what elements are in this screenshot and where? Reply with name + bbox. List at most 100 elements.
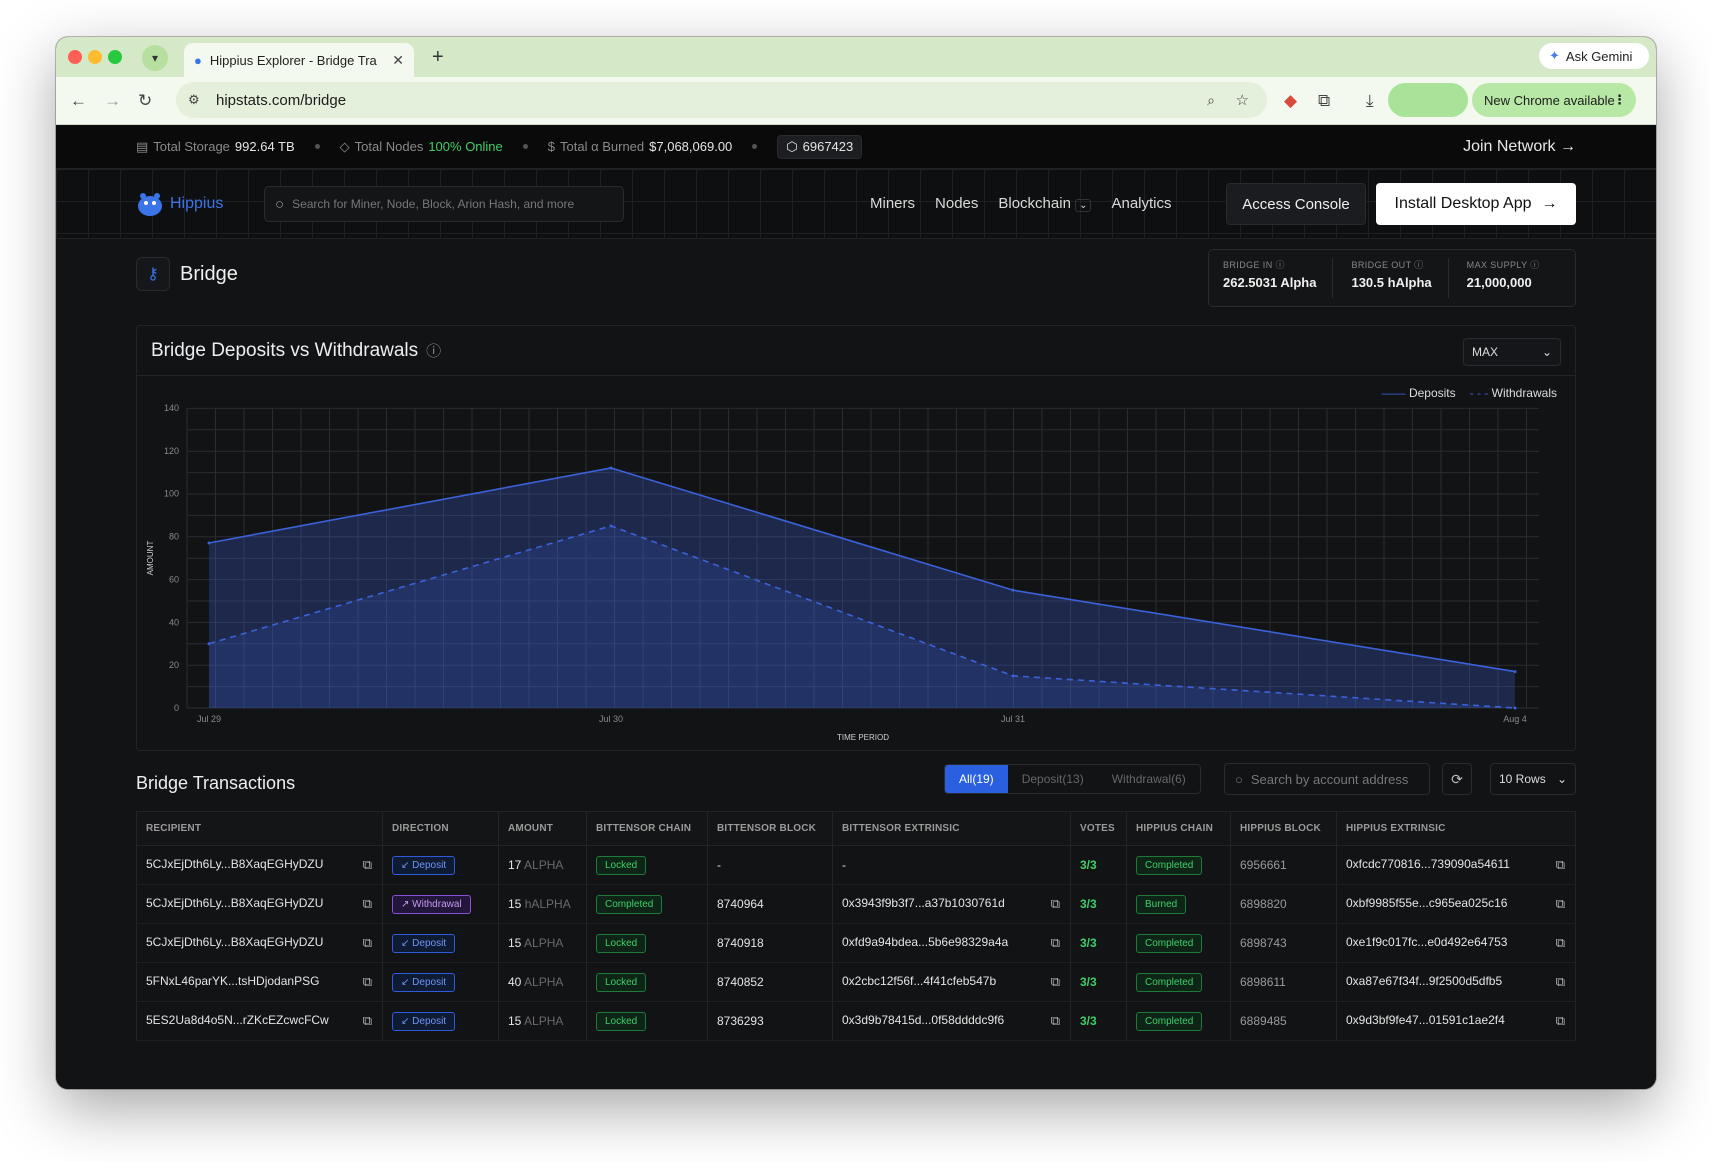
recipient-address[interactable]: 5CJxEjDth6Ly...B8XaqEGHyDZU [146,935,323,949]
metamask-extension-icon[interactable]: ◆ [1284,91,1297,111]
info-icon[interactable]: ⓘ [1276,260,1285,270]
copy-icon[interactable]: ⧉ [1556,896,1565,912]
new-chrome-button[interactable]: New Chrome available ⋮ [1472,83,1636,117]
filter-all-tab[interactable]: All(19) [945,765,1008,793]
bittensor-extrinsic-hash[interactable]: - [842,858,846,872]
maximize-window-button[interactable] [108,50,122,64]
site-info-icon[interactable]: ⚙ [188,92,200,108]
back-arrow-icon[interactable]: ← [70,91,87,111]
hippius-block-value[interactable]: 6898743 [1240,936,1287,950]
table-row[interactable]: 5CJxEjDth6Ly...B8XaqEGHyDZU ⧉ ↙ Deposit 17 … [136,845,1576,885]
copy-icon[interactable]: ⧉ [1556,1013,1565,1029]
hippius-extrinsic-hash[interactable]: 0xe1f9c017fc...e0d492e64753 [1346,935,1507,949]
recipient-address[interactable]: 5FNxL46parYK...tsHDjodanPSG [146,974,319,988]
hippius-extrinsic-hash[interactable]: 0x9d3bf9fe47...01591c1ae2f4 [1346,1013,1505,1027]
col-hippius-block[interactable]: HIPPIUS BLOCK [1230,811,1337,846]
hippius-extrinsic-hash[interactable]: 0xa87e67f34f...9f2500d5dfb5 [1346,974,1502,988]
info-icon[interactable]: ⓘ [426,340,441,361]
col-hippius-chain[interactable]: HIPPIUS CHAIN [1126,811,1231,846]
new-tab-button[interactable]: + [432,46,444,69]
copy-icon[interactable]: ⧉ [1051,1013,1060,1029]
extensions-puzzle-icon[interactable]: ⧉ [1318,91,1330,111]
hippius-block-value[interactable]: 6889485 [1240,1014,1287,1028]
copy-icon[interactable]: ⧉ [1051,896,1060,912]
copy-icon[interactable]: ⧉ [363,974,372,990]
copy-icon[interactable]: ⧉ [1556,974,1565,990]
table-row[interactable]: 5FNxL46parYK...tsHDjodanPSG ⧉ ↙ Deposit 40 … [136,962,1576,1002]
hippius-block-value[interactable]: 6898611 [1240,975,1286,989]
hippius-extrinsic-hash[interactable]: 0xbf9985f55e...c965ea025c16 [1346,896,1507,910]
account-search-input[interactable]: ○ Search by account address [1224,763,1430,795]
bittensor-block-value[interactable]: - [717,858,721,872]
global-search-input[interactable]: ○ Search for Miner, Node, Block, Arion H… [264,186,624,222]
bittensor-extrinsic-hash[interactable]: 0x3d9b78415d...0f58ddddc9f6 [842,1013,1004,1027]
bittensor-extrinsic-hash[interactable]: 0xfd9a94bdea...5b6e98329a4a [842,935,1008,949]
node-diamond-icon: ◇ [339,138,350,154]
ask-gemini-button[interactable]: ✦ Ask Gemini [1539,43,1649,69]
col-recipient[interactable]: RECIPIENT [136,811,383,846]
copy-icon[interactable]: ⧉ [363,1013,372,1029]
bittensor-block-value[interactable]: 8740918 [717,936,764,950]
col-direction[interactable]: DIRECTION [382,811,499,846]
table-row[interactable]: 5ES2Ua8d4o5N...rZKcEZcwcFCw ⧉ ↙ Deposit 15 … [136,1001,1576,1041]
table-row[interactable]: 5CJxEjDth6Ly...B8XaqEGHyDZU ⧉ ↙ Deposit 15 … [136,923,1576,963]
active-tab[interactable]: ● Hippius Explorer - Bridge Tra ✕ [184,43,414,77]
filter-deposit-tab[interactable]: Deposit(13) [1008,765,1098,793]
copy-icon[interactable]: ⧉ [363,857,372,873]
data-point-withdrawals [1513,706,1517,710]
rows-per-page-select[interactable]: 10 Rows ⌄ [1490,763,1576,795]
bittensor-extrinsic-hash[interactable]: 0x2cbc12f56f...4f41cfeb547b [842,974,996,988]
copy-icon[interactable]: ⧉ [1051,935,1060,951]
copy-icon[interactable]: ⧉ [1051,974,1060,990]
info-icon[interactable]: ⓘ [1530,260,1539,270]
reload-icon[interactable]: ↻ [138,91,152,111]
copy-icon[interactable]: ⧉ [363,935,372,951]
nav-link-nodes[interactable]: Nodes [935,195,978,212]
refresh-button[interactable]: ⟳ [1442,763,1472,795]
access-console-button[interactable]: Access Console [1226,183,1366,225]
nav-link-analytics[interactable]: Analytics [1111,195,1171,212]
address-bar[interactable]: ⚙ hipstats.com/bridge ⌕ ☆ [176,82,1267,118]
more-menu-icon[interactable]: ⋮ [1613,92,1626,108]
install-desktop-app-button[interactable]: Install Desktop App → [1376,183,1576,225]
recipient-address[interactable]: 5CJxEjDth6Ly...B8XaqEGHyDZU [146,896,323,910]
bittensor-block-value[interactable]: 8740964 [717,897,764,911]
bittensor-block-value[interactable]: 8740852 [717,975,764,989]
minimize-window-button[interactable] [88,50,102,64]
hippius-extrinsic-hash[interactable]: 0xfcdc770816...739090a54611 [1346,857,1510,871]
col-bittensor-chain[interactable]: BITTENSOR CHAIN [586,811,708,846]
tab-search-button[interactable]: ▾ [142,45,168,71]
bittensor-block-value[interactable]: 8736293 [717,1014,764,1028]
profile-button[interactable] [1388,83,1468,117]
hippius-block-value[interactable]: 6956661 [1240,858,1287,872]
recipient-address[interactable]: 5ES2Ua8d4o5N...rZKcEZcwcFCw [146,1013,329,1027]
col-bittensor-block[interactable]: BITTENSOR BLOCK [707,811,833,846]
copy-icon[interactable]: ⧉ [1556,857,1565,873]
recipient-address[interactable]: 5CJxEjDth6Ly...B8XaqEGHyDZU [146,857,323,871]
col-hippius-extrinsic[interactable]: HIPPIUS EXTRINSIC [1336,811,1576,846]
join-network-link[interactable]: Join Network → [1463,138,1576,156]
copy-icon[interactable]: ⧉ [1556,935,1565,951]
hippius-chain-cell: Completed [1126,845,1231,885]
nav-link-blockchain[interactable]: Blockchain ⌄ [998,195,1092,212]
bookmark-star-icon[interactable]: ☆ [1236,91,1249,109]
zoom-icon[interactable]: ⌕ [1207,92,1215,109]
copy-icon[interactable]: ⧉ [363,896,372,912]
bittensor-extrinsic-hash[interactable]: 0x3943f9b3f7...a37b1030761d [842,896,1005,910]
forward-arrow-icon[interactable]: → [104,91,121,111]
hippius-logo[interactable]: Hippius [136,191,223,217]
close-tab-icon[interactable]: ✕ [392,52,404,69]
nav-link-miners[interactable]: Miners [870,195,915,212]
nav-links: Miners Nodes Blockchain ⌄ Analytics [870,195,1172,212]
table-row[interactable]: 5CJxEjDth6Ly...B8XaqEGHyDZU ⧉ ↗ Withdrawal… [136,884,1576,924]
close-window-button[interactable] [68,50,82,64]
col-votes[interactable]: VOTES [1070,811,1127,846]
col-bittensor-extrinsic[interactable]: BITTENSOR EXTRINSIC [832,811,1071,846]
download-icon[interactable]: ⤓ [1366,91,1374,111]
hippius-block-value[interactable]: 6898820 [1240,897,1287,911]
filter-withdrawal-tab[interactable]: Withdrawal(6) [1098,765,1200,793]
col-amount[interactable]: AMOUNT [498,811,587,846]
block-height-badge[interactable]: ⬡ 6967423 [777,134,863,159]
time-range-select[interactable]: MAX ⌄ [1463,338,1561,366]
info-icon[interactable]: ⓘ [1414,260,1423,270]
